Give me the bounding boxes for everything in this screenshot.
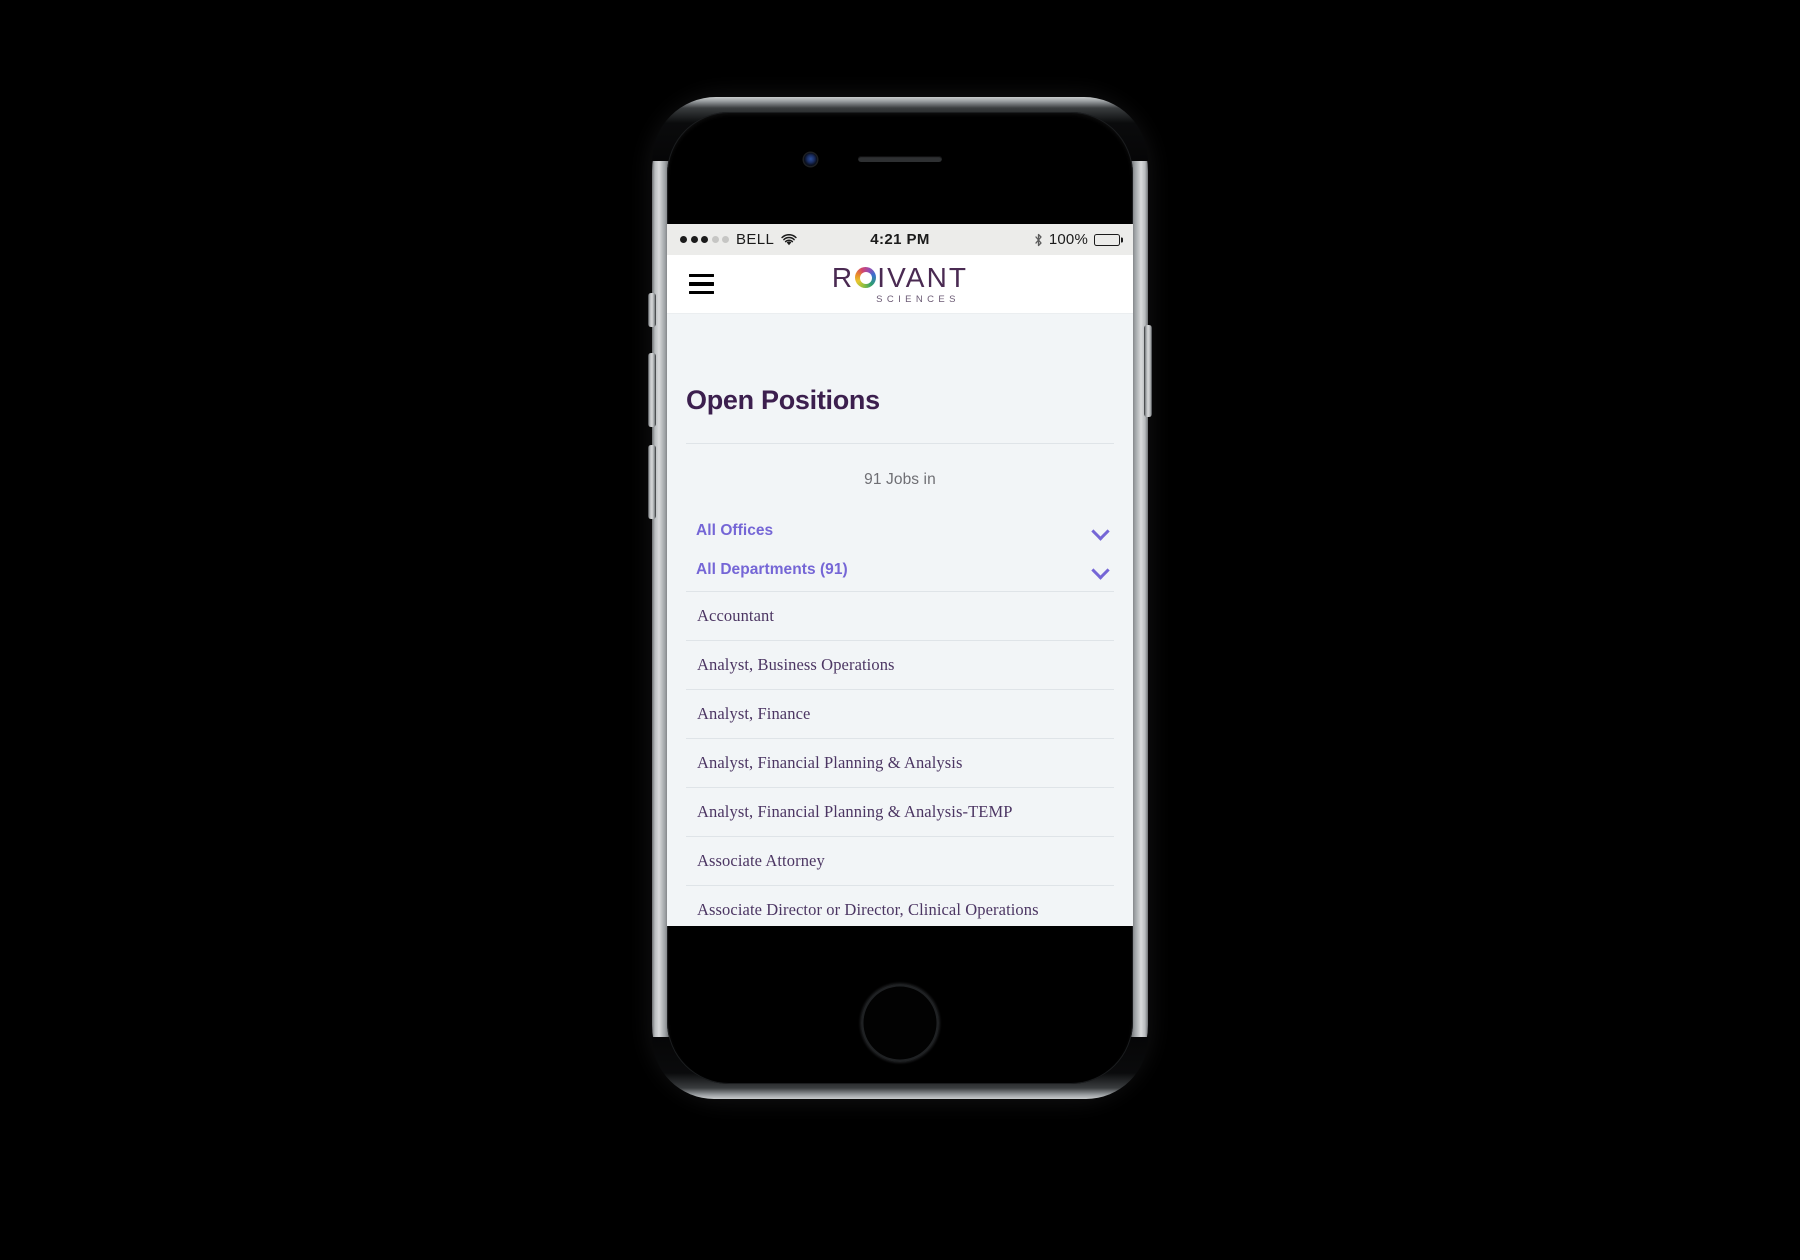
logo-wordmark: R IVANT	[831, 261, 969, 293]
home-button[interactable]	[861, 984, 939, 1062]
mute-switch[interactable]	[648, 293, 656, 327]
signal-strength-dots	[680, 236, 729, 243]
job-list: Accountant Analyst, Business Operations …	[686, 591, 1114, 926]
power-button[interactable]	[1144, 325, 1152, 417]
logo-text-before: R	[831, 261, 855, 293]
list-item[interactable]: Accountant	[686, 592, 1114, 641]
list-item[interactable]: Analyst, Financial Planning & Analysis-T…	[686, 788, 1114, 837]
list-item[interactable]: Analyst, Financial Planning & Analysis	[686, 739, 1114, 788]
filter-all-offices[interactable]: All Offices	[686, 515, 1114, 546]
ios-status-bar: BELL 4:21 PM 100%	[667, 224, 1133, 255]
filter-all-departments-label: All Departments (91)	[696, 560, 848, 578]
volume-up-button[interactable]	[648, 353, 656, 427]
screenshot-canvas: BELL 4:21 PM 100% R IVANT SCIENCES Open …	[0, 0, 1800, 1260]
battery-percent-label: 100%	[1048, 231, 1088, 248]
battery-full-icon	[1094, 233, 1120, 246]
app-header: R IVANT SCIENCES	[667, 255, 1133, 314]
bluetooth-icon	[1035, 233, 1042, 246]
list-item[interactable]: Associate Director or Director, Clinical…	[686, 886, 1114, 926]
chevron-down-icon[interactable]	[1091, 521, 1110, 540]
volume-down-button[interactable]	[648, 445, 656, 519]
chevron-down-icon[interactable]	[1091, 560, 1110, 579]
page-title: Open Positions	[686, 385, 880, 415]
earpiece-speaker	[858, 156, 942, 162]
carrier-label: BELL	[736, 231, 775, 248]
phone-screen: BELL 4:21 PM 100% R IVANT SCIENCES Open …	[667, 224, 1133, 926]
list-item[interactable]: Associate Attorney	[686, 837, 1114, 886]
roivant-ring-logo-icon	[855, 267, 877, 289]
front-camera	[804, 153, 817, 166]
status-bar-right: 100%	[1034, 231, 1120, 248]
device-glass-face: BELL 4:21 PM 100% R IVANT SCIENCES Open …	[667, 112, 1133, 1084]
jobs-count-label: 91 Jobs in	[864, 471, 936, 488]
status-bar-left: BELL	[680, 231, 797, 248]
page-content: Open Positions 91 Jobs in All Offices Al…	[667, 314, 1133, 926]
filter-all-offices-label: All Offices	[696, 521, 774, 539]
list-item[interactable]: Analyst, Finance	[686, 690, 1114, 739]
filter-all-departments[interactable]: All Departments (91)	[686, 554, 1114, 585]
hamburger-menu-icon[interactable]	[689, 273, 714, 295]
roivant-sciences-logo[interactable]: R IVANT SCIENCES	[831, 261, 969, 305]
list-item[interactable]: Analyst, Business Operations	[686, 641, 1114, 690]
wifi-icon	[781, 233, 797, 245]
logo-subtitle: SCIENCES	[876, 293, 960, 305]
iphone-mockup: BELL 4:21 PM 100% R IVANT SCIENCES Open …	[648, 97, 1152, 1099]
logo-text-after: IVANT	[877, 261, 969, 293]
